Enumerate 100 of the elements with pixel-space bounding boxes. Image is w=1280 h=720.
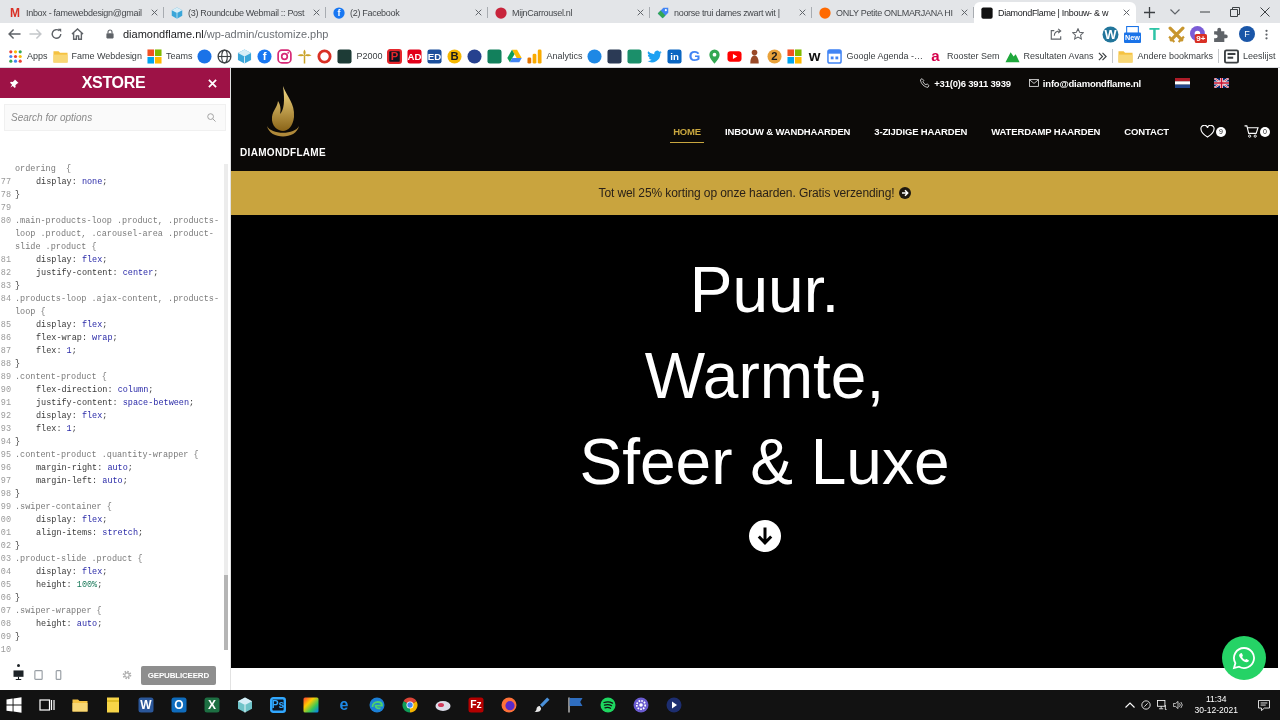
arrow-down-circle-icon[interactable]	[748, 520, 781, 552]
flag-icon[interactable]	[1214, 78, 1229, 88]
arrow-right-circle-icon[interactable]	[898, 187, 911, 199]
lock-icon[interactable]	[106, 29, 114, 39]
four-panes-icon[interactable]	[6, 697, 22, 713]
speaker-icon[interactable]	[1172, 700, 1183, 710]
close-icon[interactable]	[961, 9, 968, 16]
pennant-icon[interactable]	[567, 697, 583, 713]
search-field[interactable]: Search for options	[4, 104, 226, 131]
nav-link[interactable]: HOME	[670, 120, 705, 143]
letter-tile-icon[interactable]: O	[171, 697, 187, 713]
letter-tile-icon[interactable]: X	[204, 697, 220, 713]
clock-date[interactable]: 30-12-2021	[1194, 705, 1238, 716]
letter-icon[interactable]: w	[807, 48, 823, 64]
note-icon[interactable]	[105, 697, 121, 713]
smartphone-icon[interactable]	[53, 670, 64, 680]
globe-icon[interactable]	[217, 48, 233, 64]
double-chevron-icon[interactable]	[1098, 51, 1108, 61]
bookmark-link[interactable]: P2000	[337, 48, 383, 64]
square-icon[interactable]	[487, 48, 503, 64]
bookmark-link[interactable]: a Rooster Sem	[928, 48, 1000, 64]
ring-icon[interactable]	[317, 48, 333, 64]
heart-icon[interactable]	[1200, 125, 1215, 138]
waves-disc-icon[interactable]	[600, 697, 616, 713]
letter-tile-icon[interactable]: W	[138, 697, 154, 713]
cart-icon[interactable]	[1244, 125, 1259, 138]
monitor-icon[interactable]	[13, 670, 24, 680]
restore-icon[interactable]	[1230, 6, 1240, 17]
chevron-down-icon[interactable]	[1170, 6, 1180, 17]
bookmark-link[interactable]: Teams	[146, 48, 193, 64]
nav-link[interactable]: CONTACT	[1121, 120, 1172, 143]
email-link[interactable]: info@diamondflame.nl	[1042, 77, 1141, 89]
bird-icon[interactable]	[647, 48, 663, 64]
tablet-icon[interactable]	[33, 670, 44, 680]
close-icon[interactable]	[799, 9, 806, 16]
letter-tile-icon[interactable]: P	[387, 48, 403, 64]
letter-disc-icon[interactable]: 2	[767, 48, 783, 64]
letter-tile-icon[interactable]: ED	[427, 48, 443, 64]
tricolor-ring-icon[interactable]	[402, 697, 418, 713]
browser-tab[interactable]: MijnCarrousel.nl	[488, 2, 650, 23]
letter-tile-icon[interactable]: Fz	[468, 697, 484, 713]
plus-icon[interactable]	[1144, 7, 1155, 18]
browser-tab[interactable]: ONLY Petite ONLMARJANA HI	[812, 2, 974, 23]
gear-disc-icon[interactable]	[633, 697, 649, 713]
back-arrow-icon[interactable]	[8, 28, 21, 40]
close-icon[interactable]	[151, 9, 158, 16]
kebab-menu-icon[interactable]	[1265, 28, 1268, 40]
puzzle-icon[interactable]	[1212, 25, 1229, 43]
browser-tab[interactable]: (3) Roundcube Webmail :: Post	[164, 2, 326, 23]
pin-icon[interactable]	[10, 78, 19, 88]
arrow-disc-icon[interactable]	[666, 697, 682, 713]
nested-disc-icon[interactable]	[501, 697, 517, 713]
browser-tab[interactable]: noorse trui dames zwart wit |	[650, 2, 812, 23]
chevron-up-icon[interactable]	[1124, 700, 1135, 710]
cube-icon[interactable]	[237, 697, 253, 713]
letter-disc-icon[interactable]: W	[1102, 25, 1119, 43]
letter-icon[interactable]: e	[336, 697, 352, 713]
map-pin-icon[interactable]	[707, 48, 723, 64]
flag-icon[interactable]	[1175, 78, 1190, 88]
swirl-icon[interactable]	[369, 697, 385, 713]
letter-tile-icon[interactable]: Ps	[270, 697, 286, 713]
play-icon[interactable]	[727, 48, 743, 64]
bookmark-link[interactable]: Resultaten Avans	[1004, 48, 1094, 64]
close-icon[interactable]	[475, 9, 482, 16]
star-icon[interactable]	[1072, 28, 1084, 40]
nav-link[interactable]: WATERDAMP HAARDEN	[988, 120, 1104, 143]
close-icon[interactable]	[313, 9, 320, 16]
brush-icon[interactable]	[534, 697, 550, 713]
square-icon[interactable]	[607, 48, 623, 64]
share-icon[interactable]	[1050, 28, 1062, 40]
reading-list-link[interactable]: Leeslijst	[1224, 48, 1276, 64]
folder-icon[interactable]	[72, 697, 88, 713]
browser-tab[interactable]: M Inbox - famewebdesign@gmail	[2, 2, 164, 23]
clock-time[interactable]: 11:34	[1205, 694, 1227, 705]
reload-icon[interactable]	[50, 28, 63, 40]
task-view-icon[interactable]	[39, 697, 55, 713]
four-squares-icon[interactable]	[787, 48, 803, 64]
letter-icon[interactable]: G	[687, 48, 703, 64]
dot-icon[interactable]	[587, 48, 603, 64]
bookmark-link[interactable]: Google Agenda -…	[827, 48, 923, 64]
letter-disc-icon[interactable]: B	[447, 48, 463, 64]
bookmark-link[interactable]: Fame Webdesign	[52, 48, 142, 64]
bookmark-link[interactable]: Apps	[8, 48, 48, 64]
monitor-icon[interactable]	[1156, 700, 1167, 710]
close-icon[interactable]	[637, 9, 644, 16]
triangle-icon[interactable]	[507, 48, 523, 64]
browser-tab[interactable]: f (2) Facebook	[326, 2, 488, 23]
scrollbar-thumb[interactable]	[224, 575, 228, 650]
bookmark-link[interactable]: Analytics	[527, 48, 583, 64]
bookmark-link[interactable]: Andere bookmarks	[1118, 48, 1213, 64]
letter-tile-icon[interactable]: AD	[407, 48, 423, 64]
close-icon[interactable]	[1260, 6, 1270, 17]
swords-icon[interactable]	[1168, 25, 1185, 43]
dot-icon[interactable]	[197, 48, 213, 64]
home-icon[interactable]	[71, 28, 84, 40]
letter-tile-icon[interactable]: in	[667, 48, 683, 64]
gradient-square-icon[interactable]	[303, 697, 319, 713]
close-icon[interactable]	[1123, 9, 1130, 16]
nav-link[interactable]: 3-ZIJDIGE HAARDEN	[871, 120, 971, 143]
slashed-circle-icon[interactable]	[1140, 700, 1151, 710]
